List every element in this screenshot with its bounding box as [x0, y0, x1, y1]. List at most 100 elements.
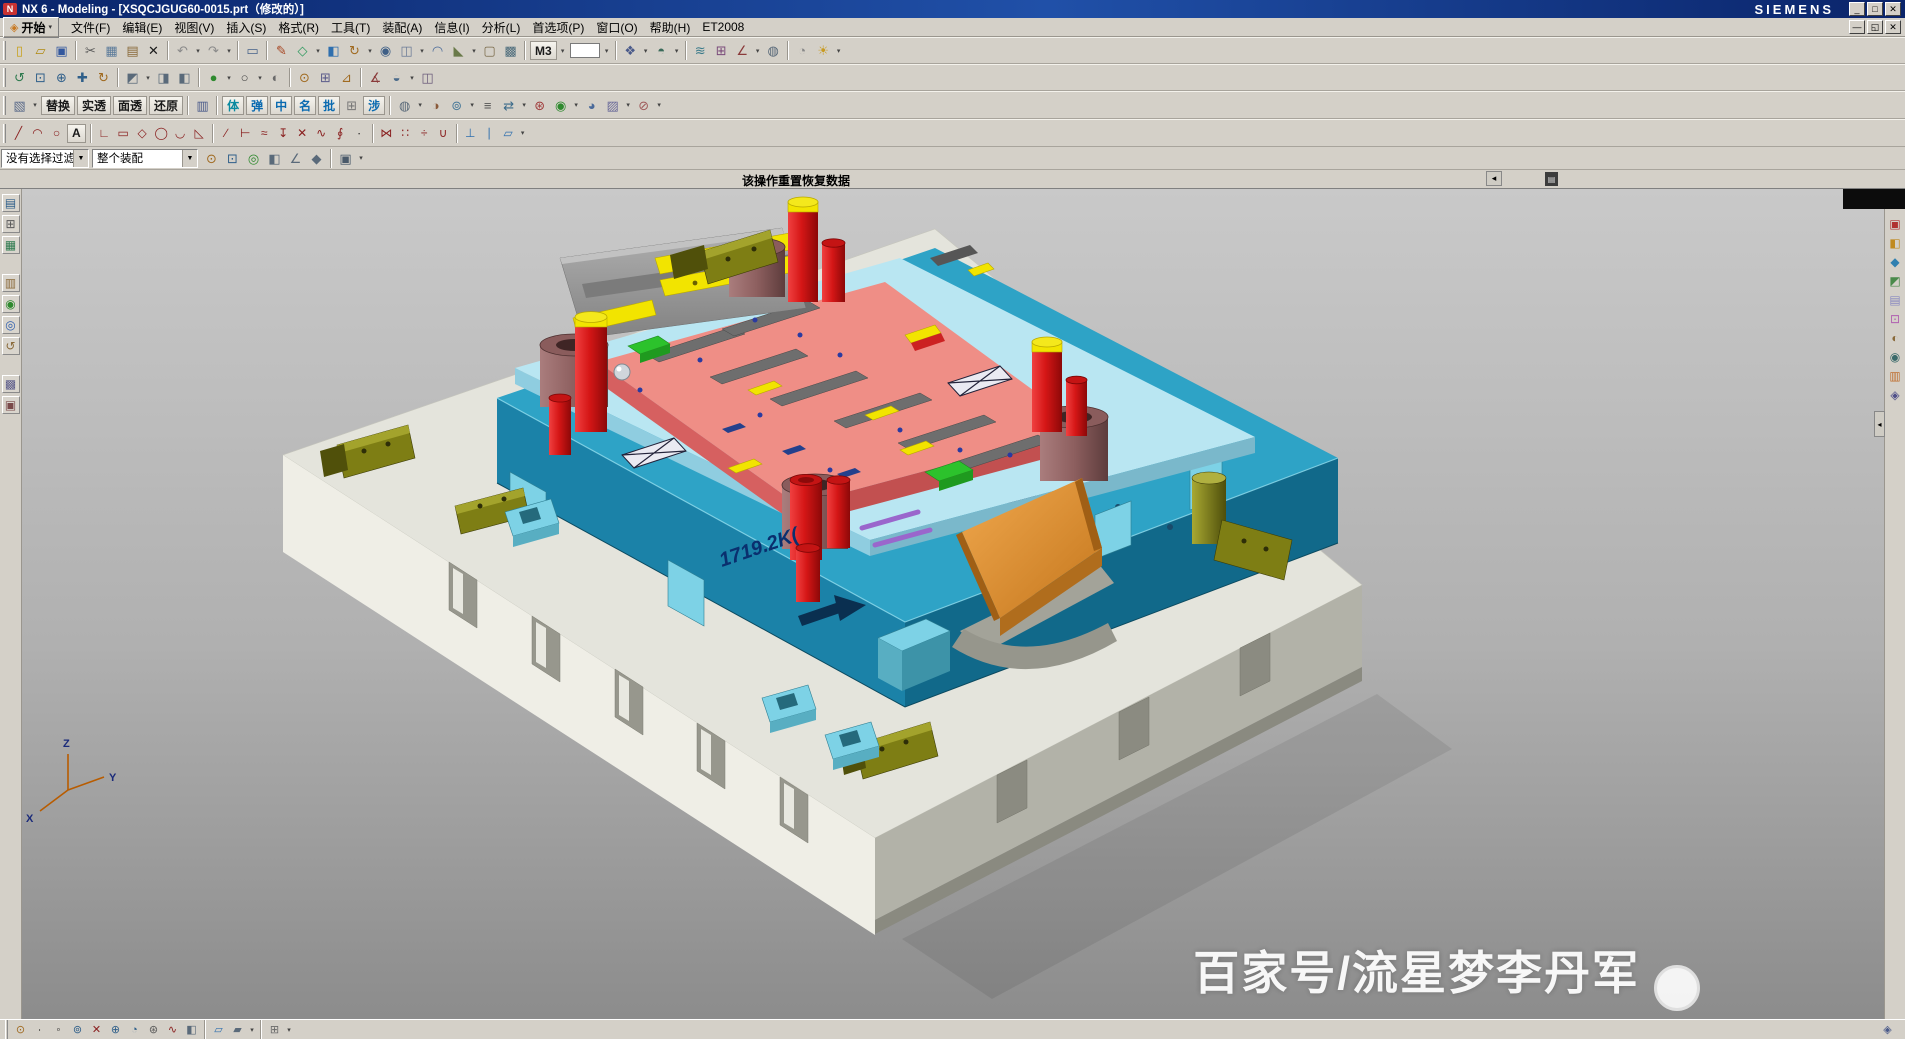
arc-icon[interactable]: ◠ [28, 124, 47, 143]
section-view-icon[interactable]: ◒ [386, 67, 407, 88]
solid-face-icon[interactable]: ▰ [228, 1021, 247, 1038]
measure-distance-icon[interactable]: ∡ [365, 67, 386, 88]
shaded-mode-icon[interactable]: ● [203, 67, 224, 88]
select-all-icon[interactable]: ⊡ [222, 148, 243, 169]
selection-pref-icon[interactable]: ▣ [335, 148, 356, 169]
cad-model-view[interactable]: 1719.2K( Z Y X [22, 189, 1884, 1019]
dropdown-arrow-icon[interactable]: ▾ [247, 1019, 257, 1039]
measure-icon[interactable]: ∠ [732, 40, 753, 61]
assembly-navigator-icon[interactable]: ▤ [2, 194, 20, 212]
chevron-down-icon[interactable]: ▼ [182, 150, 197, 167]
wave-link-button[interactable]: 涉 [363, 96, 385, 115]
dropdown-arrow-icon[interactable]: ▾ [224, 40, 234, 61]
delete-icon[interactable]: ✕ [143, 40, 164, 61]
dropdown-arrow-icon[interactable]: ▾ [415, 95, 425, 116]
resource-panel-header[interactable] [1843, 189, 1905, 209]
history-palette-icon[interactable]: ↺ [2, 337, 20, 355]
selection-scope-dropdown[interactable]: 整个装配 ▼ [92, 149, 198, 168]
dropdown-arrow-icon[interactable]: ▾ [518, 123, 528, 144]
menu-assemblies[interactable]: 装配(A) [376, 17, 428, 38]
divide-curve-icon[interactable]: ÷ [415, 124, 434, 143]
chamfer-curve-icon[interactable]: ◺ [190, 124, 209, 143]
save-icon[interactable]: ▣ [51, 40, 72, 61]
dropdown-arrow-icon[interactable]: ▾ [571, 95, 581, 116]
chevron-down-icon[interactable]: ▼ [73, 150, 88, 167]
graphics-window[interactable]: 1719.2K( Z Y X 百家号/流星梦李丹军 [22, 189, 1884, 1019]
start-menu-button[interactable]: ◈ 开始 ▾ [3, 17, 59, 38]
view-mode-button[interactable]: M3 [530, 41, 557, 60]
restore-button[interactable]: 还原 [149, 96, 183, 115]
grid-toggle-icon[interactable]: ⊞ [341, 95, 362, 116]
menu-help[interactable]: 帮助(H) [644, 17, 697, 38]
bounded-plane-icon[interactable]: ▱ [209, 1021, 228, 1038]
face-transparency-button[interactable]: 面透 [113, 96, 147, 115]
window-list-icon[interactable]: ▤ [1887, 291, 1904, 308]
text-tool-button[interactable]: A [67, 124, 86, 143]
plane-icon[interactable]: ▱ [499, 124, 518, 143]
dropdown-arrow-icon[interactable]: ▾ [365, 40, 375, 61]
intersection-curve-icon[interactable]: ✕ [293, 124, 312, 143]
prompt-options-button[interactable]: ▤ [1545, 172, 1558, 186]
prompt-scroll-left-button[interactable]: ◂ [1486, 171, 1502, 186]
pattern-feature-icon[interactable]: ▩ [500, 40, 521, 61]
fillet-icon[interactable]: ◡ [171, 124, 190, 143]
show-hide-icon[interactable]: ◍ [394, 95, 415, 116]
constraint-navigator-icon[interactable]: ⊞ [2, 215, 20, 233]
trimetric-view-icon[interactable]: ◩ [122, 67, 143, 88]
helix-icon[interactable]: ∮ [331, 124, 350, 143]
chamfer-icon[interactable]: ◣ [448, 40, 469, 61]
dropdown-arrow-icon[interactable]: ▾ [602, 40, 612, 61]
orient-wcs-icon[interactable]: ⊿ [336, 67, 357, 88]
dropdown-arrow-icon[interactable]: ▾ [558, 40, 568, 61]
dropdown-arrow-icon[interactable]: ▾ [641, 40, 651, 61]
menu-tools[interactable]: 工具(T) [325, 17, 376, 38]
menu-analysis[interactable]: 分析(L) [476, 17, 527, 38]
batch-edit-button[interactable]: 批 [318, 96, 340, 115]
assembly-sequence-icon[interactable]: ≋ [690, 40, 711, 61]
part-cleanup-icon[interactable]: ⊘ [633, 95, 654, 116]
rotate-view-icon[interactable]: ↻ [93, 67, 114, 88]
menu-preferences[interactable]: 首选项(P) [526, 17, 590, 38]
edge-blend-icon[interactable]: ◠ [427, 40, 448, 61]
interpart-link-icon[interactable]: ⊞ [711, 40, 732, 61]
dropdown-arrow-icon[interactable]: ▾ [356, 148, 366, 169]
profile-icon[interactable]: ∟ [95, 124, 114, 143]
menu-edit[interactable]: 编辑(E) [116, 17, 168, 38]
wireframe-mode-icon[interactable]: ○ [234, 67, 255, 88]
maximize-button[interactable]: □ [1867, 2, 1883, 16]
panel-pin-icon[interactable]: ◉ [1887, 348, 1904, 365]
solid-transparency-button[interactable]: 实透 [77, 96, 111, 115]
print-icon[interactable]: ▭ [242, 40, 263, 61]
quick-extend-icon[interactable]: ⊢ [236, 124, 255, 143]
snap-options-icon[interactable]: ⊛ [529, 95, 550, 116]
offset-curve-icon[interactable]: ≈ [255, 124, 274, 143]
filter-edge-icon[interactable]: ∠ [285, 148, 306, 169]
datum-axis-icon[interactable]: ∣ [480, 124, 499, 143]
background-color-swatch[interactable] [570, 43, 600, 58]
pan-icon[interactable]: ✚ [72, 67, 93, 88]
hole-icon[interactable]: ◉ [375, 40, 396, 61]
web-browser-icon[interactable]: ◎ [2, 316, 20, 334]
named-views-icon[interactable]: ❖ [620, 40, 641, 61]
work-part-icon[interactable]: ▧ [9, 95, 30, 116]
clip-section-icon[interactable]: ◫ [417, 67, 438, 88]
point-on-face-snap-icon[interactable]: ◧ [182, 1021, 201, 1038]
snap-point-icon[interactable]: ⊙ [294, 67, 315, 88]
circle-icon[interactable]: ○ [47, 124, 66, 143]
intersection-snap-icon[interactable]: ✕ [87, 1021, 106, 1038]
name-display-button[interactable]: 名 [294, 96, 316, 115]
studio-render-icon[interactable]: ◐ [265, 67, 286, 88]
touch-mode-icon[interactable]: ▣ [1887, 215, 1904, 232]
snap-enable-icon[interactable]: ⊙ [11, 1021, 30, 1038]
panel-options-icon[interactable]: ▥ [1887, 367, 1904, 384]
menu-et2008[interactable]: ET2008 [696, 18, 750, 36]
dropdown-arrow-icon[interactable]: ▾ [193, 40, 203, 61]
full-screen-icon[interactable]: ⊡ [1887, 310, 1904, 327]
filter-face-icon[interactable]: ◧ [264, 148, 285, 169]
revolve-icon[interactable]: ↻ [344, 40, 365, 61]
doc-restore-button[interactable]: ◱ [1867, 20, 1883, 34]
extrude-icon[interactable]: ◧ [323, 40, 344, 61]
view-triad-icon[interactable]: ◆ [1887, 253, 1904, 270]
minimize-button[interactable]: _ [1849, 2, 1865, 16]
panel-close-icon[interactable]: ◈ [1887, 386, 1904, 403]
